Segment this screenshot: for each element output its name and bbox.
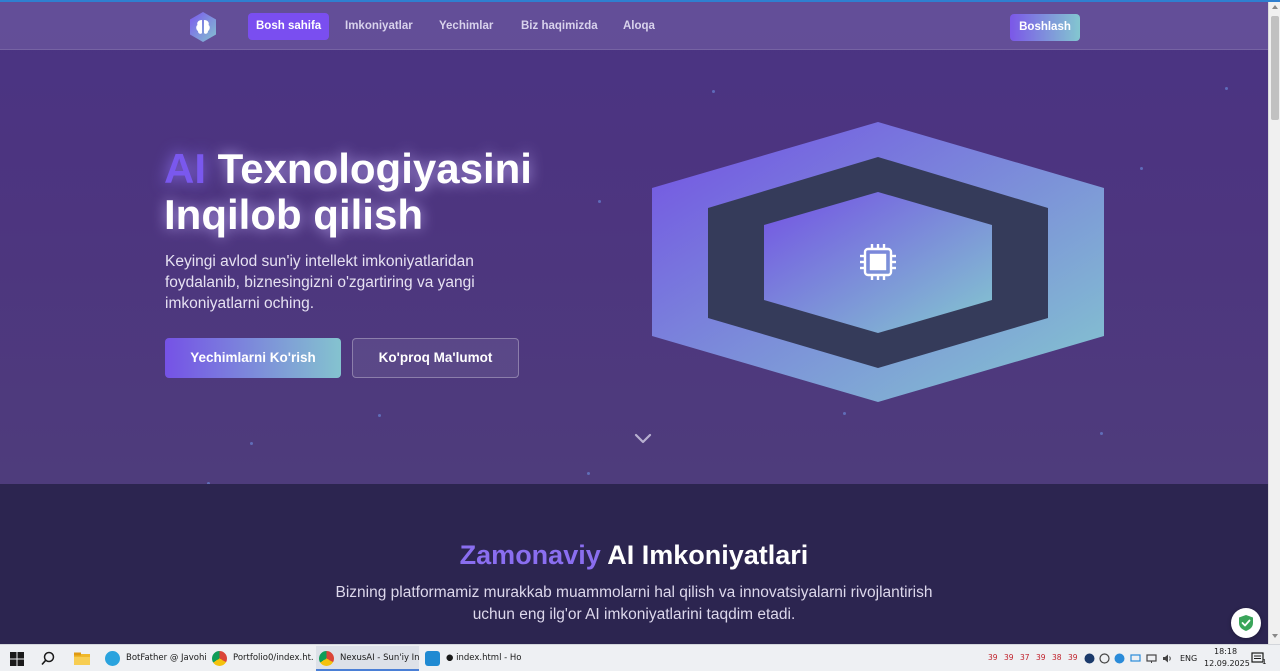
- particle: [250, 442, 253, 445]
- nav-item-about[interactable]: Biz haqimizda: [513, 13, 606, 40]
- file-explorer-icon[interactable]: [72, 649, 92, 669]
- tray-temp: 37: [1020, 653, 1030, 662]
- features-title-rest: AI Imkoniyatlari: [607, 540, 809, 570]
- tray-temp: 39: [1036, 653, 1046, 662]
- nav-item-contact[interactable]: Aloqa: [615, 13, 663, 40]
- taskbar-app-label: NexusAI - Sun'iy In...: [340, 653, 419, 663]
- volume-icon[interactable]: [1162, 653, 1173, 664]
- nav-item-features[interactable]: Imkoniyatlar: [337, 13, 421, 40]
- hero-title: AI Texnologiyasini Inqilob qilish: [164, 146, 624, 238]
- tray-temp: 38: [1052, 653, 1062, 662]
- tray-temp: 39: [1068, 653, 1078, 662]
- brain-logo-icon[interactable]: [187, 11, 219, 43]
- nav-item-home[interactable]: Bosh sahifa: [248, 13, 330, 40]
- tray-status-icon[interactable]: [1099, 653, 1110, 664]
- hero-subtitle: Keyingi avlod sun'iy intellekt imkoniyat…: [165, 253, 475, 312]
- scroll-thumb[interactable]: [1271, 16, 1279, 120]
- start-button[interactable]: Boshlash: [1010, 14, 1080, 41]
- taskbar-app-chrome-nexusai[interactable]: NexusAI - Sun'iy In...: [316, 646, 419, 671]
- particle: [378, 414, 381, 417]
- tray-temp: 39: [988, 653, 998, 662]
- hero-title-rest: Texnologiyasini Inqilob qilish: [164, 145, 532, 238]
- shield-check-icon: [1239, 615, 1253, 631]
- clock-date[interactable]: 12.09.2025: [1204, 659, 1250, 668]
- search-icon[interactable]: [38, 649, 58, 669]
- chip-icon: [860, 244, 896, 280]
- chevron-down-icon[interactable]: [633, 432, 653, 446]
- features-title: Zamonaviy AI Imkoniyatlari: [0, 540, 1268, 571]
- tray-monitor-icon[interactable]: [1130, 653, 1141, 664]
- browser-viewport: Bosh sahifa Imkoniyatlar Yechimlar Biz h…: [0, 2, 1268, 644]
- window-top-border: [0, 0, 1280, 2]
- particle: [843, 412, 846, 415]
- top-navbar: Bosh sahifa Imkoniyatlar Yechimlar Biz h…: [0, 2, 1268, 50]
- taskbar-app-vscode[interactable]: ● index.html - Hos...: [422, 646, 522, 671]
- scroll-up-icon[interactable]: [1272, 5, 1278, 9]
- tray-app-icon[interactable]: [1084, 653, 1095, 664]
- taskbar-app-chrome-portfolio[interactable]: Portfolio0/index.ht...: [209, 646, 314, 671]
- tray-network-icon[interactable]: [1114, 653, 1125, 664]
- features-subtitle: Bizning platformamiz murakkab muammolarn…: [335, 584, 933, 623]
- windows-start-icon[interactable]: [7, 649, 27, 669]
- telegram-icon: [105, 651, 120, 666]
- taskbar-app-label: Portfolio0/index.ht...: [233, 653, 314, 663]
- shield-check-button[interactable]: [1231, 608, 1261, 638]
- scroll-down-icon[interactable]: [1272, 634, 1278, 638]
- particle: [712, 90, 715, 93]
- tray-display-icon[interactable]: [1146, 653, 1157, 664]
- page-scrollbar[interactable]: [1268, 2, 1280, 644]
- vscode-icon: [425, 651, 440, 666]
- learn-more-button[interactable]: Ko'proq Ma'lumot: [352, 338, 519, 378]
- particle: [587, 472, 590, 475]
- chrome-icon: [319, 651, 334, 666]
- taskbar-app-label: ● index.html - Hos...: [446, 653, 522, 663]
- windows-taskbar: BotFather @ Javohi... Portfolio0/index.h…: [0, 644, 1280, 671]
- clock-time[interactable]: 18:18: [1214, 647, 1237, 656]
- particle: [1140, 167, 1143, 170]
- hero-title-highlight: AI: [164, 145, 206, 192]
- particle: [1100, 432, 1103, 435]
- hero-section: Bosh sahifa Imkoniyatlar Yechimlar Biz h…: [0, 2, 1268, 484]
- features-title-highlight: Zamonaviy: [459, 540, 601, 570]
- particle: [1225, 87, 1228, 90]
- chrome-icon: [212, 651, 227, 666]
- nav-item-solutions[interactable]: Yechimlar: [431, 13, 501, 40]
- view-solutions-button[interactable]: Yechimlarni Ko'rish: [165, 338, 341, 378]
- tray-temp: 39: [1004, 653, 1014, 662]
- language-indicator[interactable]: ENG: [1180, 654, 1197, 663]
- hexagon-illustration: [652, 122, 1104, 402]
- notification-count: 1: [1262, 658, 1267, 666]
- taskbar-app-telegram[interactable]: BotFather @ Javohi...: [102, 646, 207, 671]
- taskbar-app-label: BotFather @ Javohi...: [126, 653, 207, 663]
